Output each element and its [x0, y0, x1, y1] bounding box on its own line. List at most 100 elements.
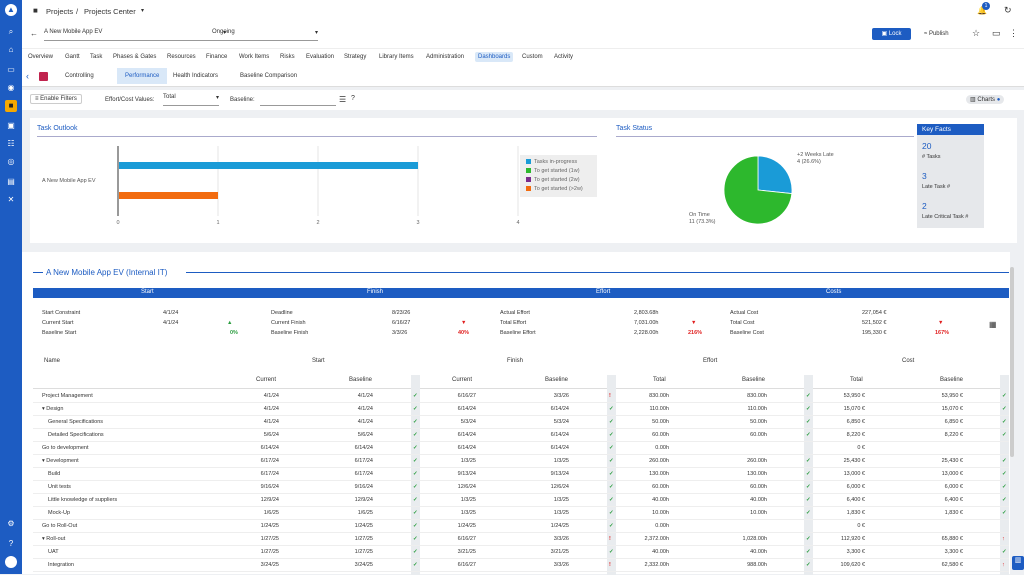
enable-filters-button[interactable]: ≡ Enable Filters — [30, 94, 82, 104]
column-header[interactable]: Current — [452, 377, 472, 383]
cell-value: 65,880 € — [941, 536, 963, 542]
table-row[interactable]: Project Management 4/1/24 4/1/24 6/16/27 3/3… — [33, 390, 1009, 403]
monitor-icon[interactable]: ▭ — [5, 64, 17, 76]
summary-value: 2,803.68h — [634, 310, 659, 316]
tab-phases-gates[interactable]: Phases & Gates — [113, 54, 156, 60]
breadcrumb-projects[interactable]: Projects — [46, 7, 73, 16]
column-header[interactable]: Cost — [902, 358, 914, 364]
tab-library-items[interactable]: Library Items — [379, 54, 414, 60]
tab-risks[interactable]: Risks — [280, 54, 295, 60]
refresh-icon[interactable]: ↻ — [1004, 5, 1012, 16]
cell-value: 6/17/24 — [260, 471, 279, 477]
summary-value: 8/23/26 — [392, 310, 411, 316]
cell-value: 4/1/24 — [357, 419, 373, 425]
check-icon: ✓ — [806, 432, 811, 438]
star-icon[interactable]: ☆ — [972, 28, 980, 39]
column-header[interactable]: Baseline — [940, 377, 963, 383]
column-header[interactable]: Total — [850, 377, 863, 383]
table-row[interactable]: ▾ Design 4/1/24 4/1/24 6/14/24 6/14/24 110.00… — [33, 403, 1009, 416]
project-select[interactable]: A New Mobile App EV ▾ — [44, 29, 226, 41]
tab-task[interactable]: Task — [90, 54, 102, 60]
list-icon[interactable]: ☰ — [339, 95, 346, 104]
x-tick-label: 0 — [116, 220, 119, 226]
table-row[interactable]: UAT 1/27/25 1/27/25 3/21/25 3/21/25 40.00h 40.… — [33, 546, 1009, 559]
location-icon[interactable]: ◉ — [5, 82, 17, 94]
avatar[interactable] — [5, 556, 17, 568]
tab-custom[interactable]: Custom — [522, 54, 543, 60]
column-header[interactable]: Current — [256, 377, 276, 383]
table-row[interactable]: Integration 3/24/25 3/24/25 6/16/27 3/3/26 2,… — [33, 559, 1009, 572]
subtab-performance[interactable]: Performance — [117, 68, 168, 84]
table-row[interactable]: Mock-Up 1/6/25 1/6/25 1/3/25 1/3/25 10.00h 10.… — [33, 507, 1009, 520]
summary-value: 4/1/24 — [163, 320, 179, 326]
check-icon: ✓ — [609, 497, 614, 503]
help-circle-icon[interactable]: ? — [351, 95, 355, 102]
tab-activity[interactable]: Activity — [554, 54, 573, 60]
column-header[interactable]: Effort — [703, 358, 717, 364]
breadcrumb-center[interactable]: Projects Center — [84, 7, 136, 16]
publish-button[interactable]: ≈ Publish — [924, 31, 949, 37]
tab-work-items[interactable]: Work Items — [239, 54, 269, 60]
charts-toggle[interactable]: ▥ Charts ● — [966, 95, 1005, 104]
chevron-down-icon[interactable]: ▾ — [141, 7, 144, 14]
back-arrow-icon[interactable]: ← — [30, 29, 38, 38]
search-icon[interactable]: ⌕ — [5, 26, 17, 38]
column-header[interactable]: Name — [44, 358, 60, 364]
table-row[interactable]: Go to Roll-Out 1/24/25 1/24/25 1/24/25 1/24/… — [33, 520, 1009, 533]
column-header[interactable]: Start — [312, 358, 325, 364]
people-icon[interactable]: ☷ — [5, 138, 17, 150]
column-header[interactable]: Baseline — [545, 377, 568, 383]
kf-late-label: Late Task # — [922, 184, 951, 190]
check-icon: ✓ — [413, 484, 418, 490]
table-row[interactable]: Go to development 6/14/24 6/14/24 6/14/24 6/… — [33, 442, 1009, 455]
table-row[interactable]: ▾ Development 6/17/24 6/17/24 1/3/25 1/3/25 2… — [33, 455, 1009, 468]
cell-value: 1/3/25 — [460, 510, 476, 516]
report-icon[interactable]: ▤ — [5, 176, 17, 188]
baseline-select[interactable] — [260, 94, 336, 106]
tab-gantt[interactable]: Gantt — [65, 54, 80, 60]
table-row[interactable]: Little knowledge of suppliers 12/9/24 12/9… — [33, 494, 1009, 507]
cell-value: 60.00h — [750, 484, 767, 490]
tab-strategy[interactable]: Strategy — [344, 54, 366, 60]
table-row[interactable]: Unit tests 9/16/24 9/16/24 12/6/24 12/6/24 60… — [33, 481, 1009, 494]
settings-icon[interactable]: ⚙ — [5, 518, 17, 530]
comment-icon[interactable]: ▭ — [992, 28, 1001, 39]
tab-finance[interactable]: Finance — [206, 54, 227, 60]
column-header[interactable]: Total — [653, 377, 666, 383]
scrollbar[interactable] — [1010, 267, 1014, 457]
tab-evaluation[interactable]: Evaluation — [306, 54, 334, 60]
more-icon[interactable]: ⋮ — [1009, 28, 1018, 39]
tools-icon[interactable]: ✕ — [5, 194, 17, 206]
table-row[interactable]: Build 6/17/24 6/17/24 9/13/24 9/13/24 130.00h… — [33, 468, 1009, 481]
cell-value: 6/16/27 — [457, 536, 476, 542]
status-select[interactable]: Ongoing ▾ — [212, 29, 318, 41]
chevron-left-icon[interactable]: ‹ — [26, 71, 29, 81]
column-header[interactable]: Finish — [507, 358, 523, 364]
column-header[interactable]: Baseline — [742, 377, 765, 383]
header-divider — [33, 388, 1009, 389]
table-row[interactable]: ▾ Roll-out 1/27/25 1/27/25 6/16/27 3/3/26 2,3… — [33, 533, 1009, 546]
table-row[interactable]: General Specifications 4/1/24 4/1/24 5/3/24… — [33, 416, 1009, 429]
calculator-icon[interactable]: ▦ — [989, 320, 997, 329]
tab-administration[interactable]: Administration — [426, 54, 464, 60]
portfolio-icon[interactable]: ▣ — [5, 120, 17, 132]
cell-value: 40.00h — [750, 549, 767, 555]
projects-icon[interactable]: ■ — [5, 100, 17, 112]
home-icon[interactable]: ⌂ — [5, 44, 17, 56]
subtab-baseline-comparison[interactable]: Baseline Comparison — [240, 73, 297, 79]
effort-select[interactable]: Total ▾ — [163, 94, 219, 106]
help-icon[interactable]: ? — [5, 538, 17, 550]
column-header[interactable]: Baseline — [349, 377, 372, 383]
lock-button[interactable]: ▣ Lock — [872, 28, 911, 40]
target-icon[interactable]: ◎ — [5, 156, 17, 168]
tab-dashboards[interactable]: Dashboards — [475, 52, 514, 62]
subtab-health-indicators[interactable]: Health Indicators — [173, 73, 218, 79]
table-row[interactable]: Detailed Specifications 5/6/24 5/6/24 6/14/… — [33, 429, 1009, 442]
tab-resources[interactable]: Resources — [167, 54, 196, 60]
chart-float-icon[interactable]: ▥ — [1012, 556, 1024, 570]
app-logo-icon[interactable]: ▲ — [5, 4, 17, 16]
tab-overview[interactable]: Overview — [28, 54, 53, 60]
check-icon: ✓ — [609, 549, 614, 555]
subtab-controlling[interactable]: Controlling — [65, 73, 94, 79]
cell-value: 3/21/25 — [550, 549, 569, 555]
